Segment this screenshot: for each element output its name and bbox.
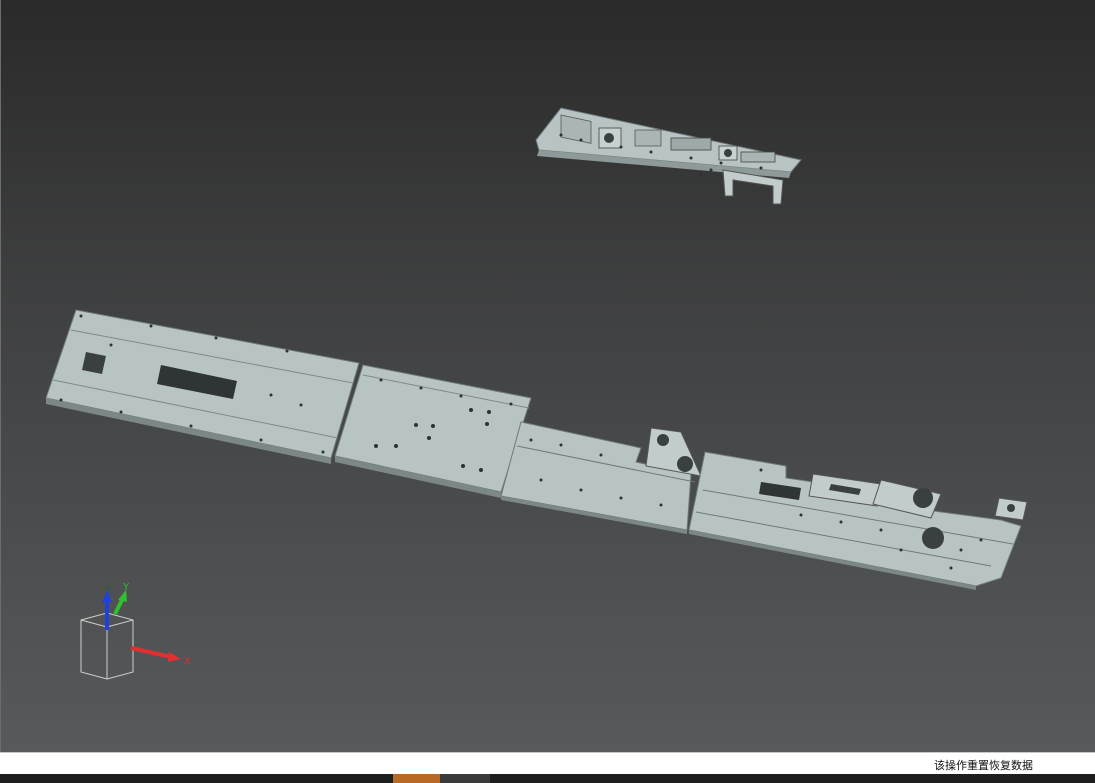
3d-viewport[interactable]: Z Y X xyxy=(0,0,1095,752)
model-scene[interactable]: Z Y X xyxy=(1,0,1095,752)
small-assembly[interactable] xyxy=(535,107,802,205)
y-axis-label: Y xyxy=(122,582,130,593)
taskbar-item[interactable] xyxy=(440,774,490,783)
taskbar-item-active[interactable] xyxy=(393,774,440,783)
base-plate-left[interactable] xyxy=(45,309,360,464)
z-axis-label: Z xyxy=(105,586,112,597)
base-plate-middle[interactable] xyxy=(334,364,532,498)
status-bar: 该操作重置恢复数据 xyxy=(0,752,1095,774)
taskbar xyxy=(0,774,1095,783)
axis-triad: Z Y X xyxy=(80,582,191,680)
x-axis-label: X xyxy=(184,656,191,667)
base-plate-right[interactable] xyxy=(688,451,1028,590)
status-message: 该操作重置恢复数据 xyxy=(934,759,1033,772)
x-axis-arrow xyxy=(130,646,172,659)
